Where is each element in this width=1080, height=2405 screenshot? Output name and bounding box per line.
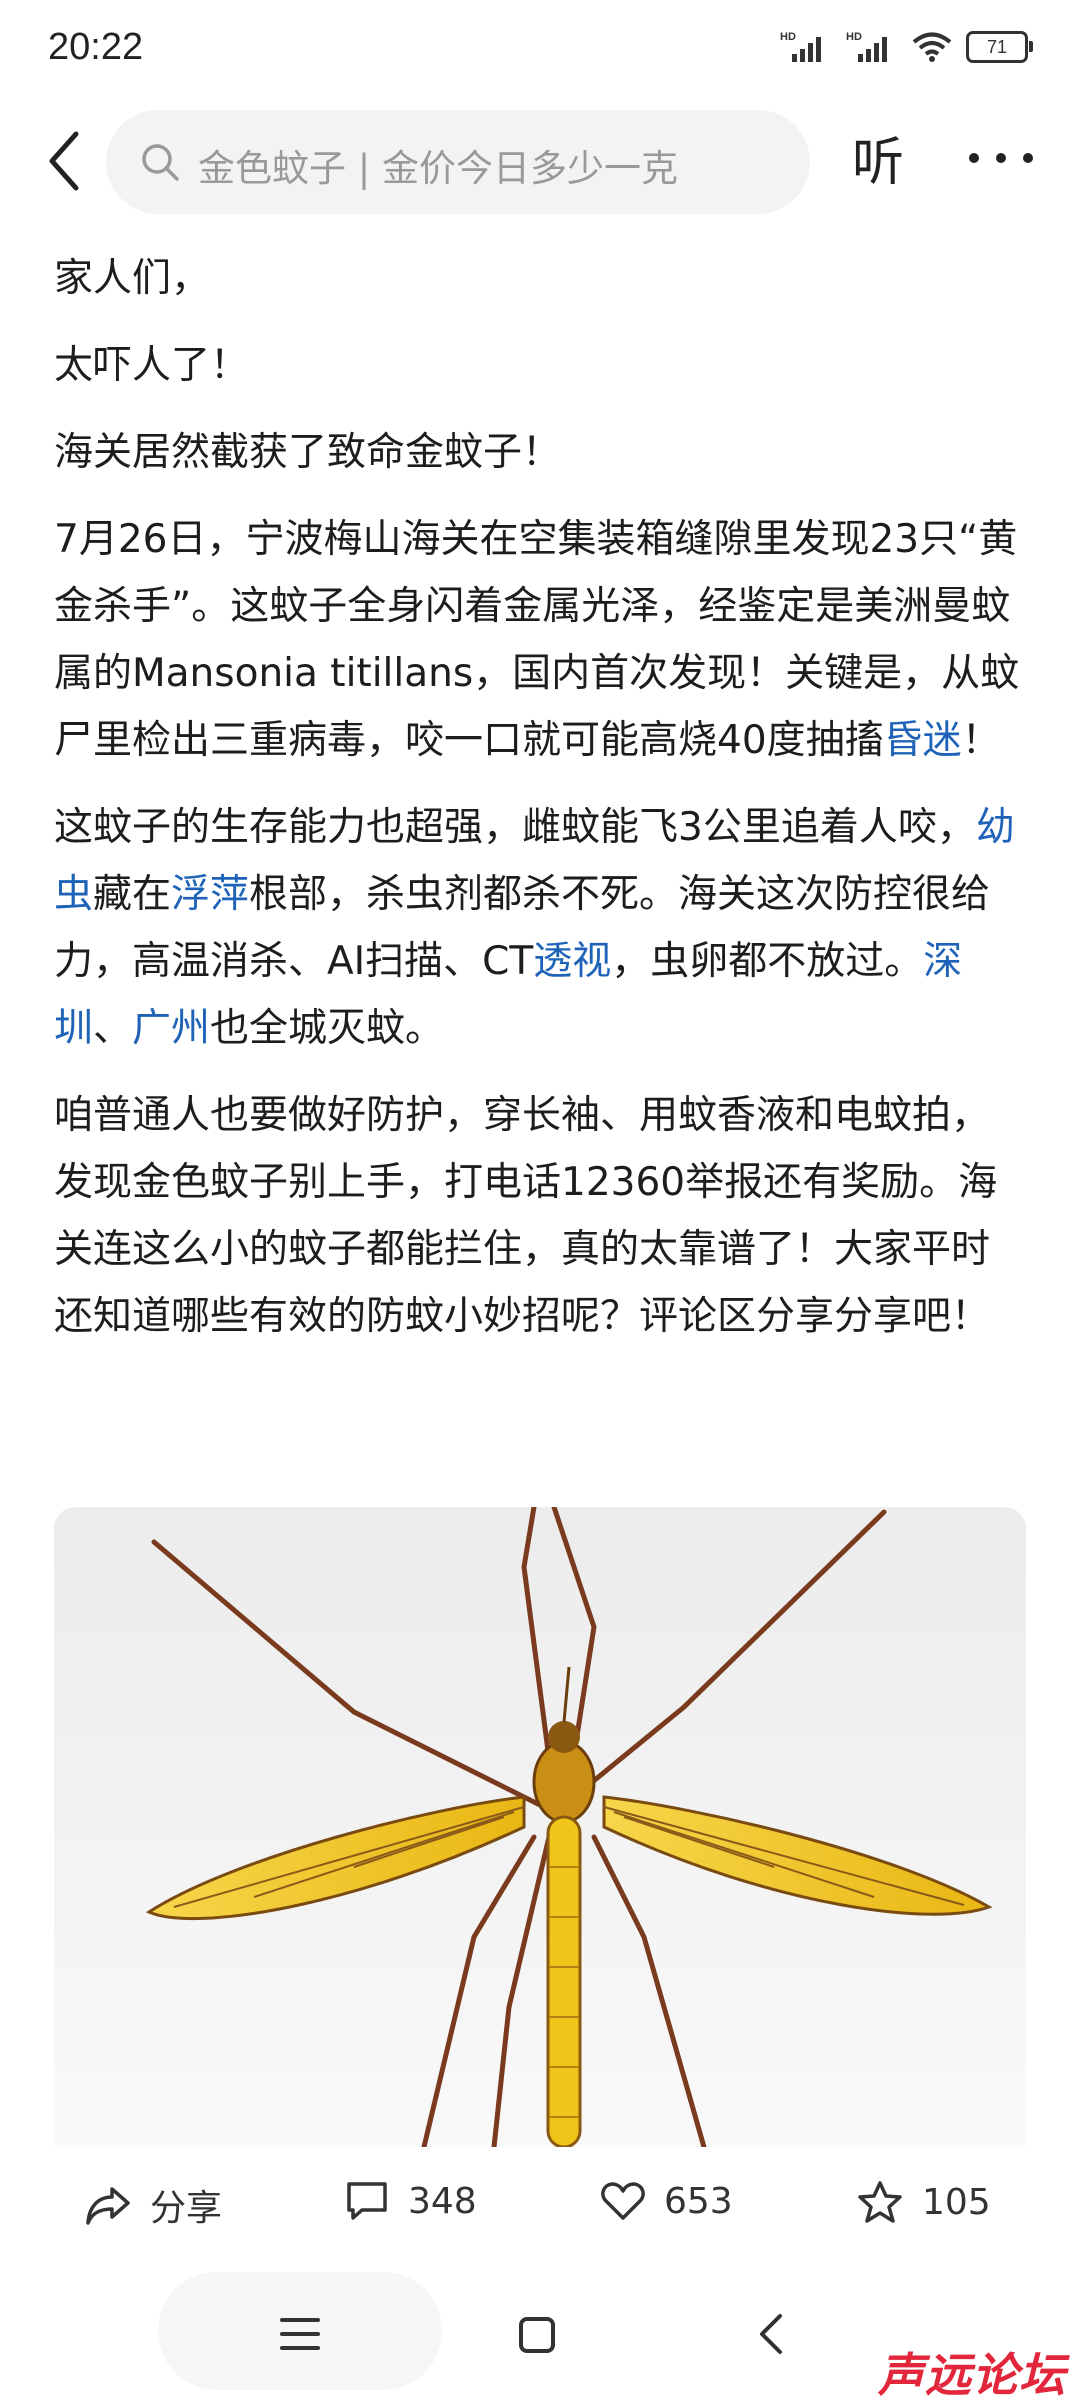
comment-icon xyxy=(347,2182,387,2220)
svg-text:HD: HD xyxy=(846,31,862,43)
action-bar: 分享 348 653 105 xyxy=(0,2155,1080,2255)
menu-icon[interactable] xyxy=(280,2316,320,2352)
search-input[interactable]: 金色蚊子 | 金价今日多少一克 xyxy=(106,110,810,214)
paragraph: 7月26日，宁波梅山海关在空集装箱缝隙里发现23只“黄金杀手”。这蚊子全身闪着金… xyxy=(54,506,1026,774)
share-label: 分享 xyxy=(150,2188,223,2229)
like-count: 653 xyxy=(664,2180,733,2222)
comment-button[interactable]: 348 xyxy=(344,2179,477,2223)
paragraph-text: 7月26日，宁波梅山海关在空集装箱缝隙里发现23只“黄金杀手”。这蚊子全身闪着金… xyxy=(54,517,1020,763)
search-icon xyxy=(142,144,179,181)
link-coma[interactable]: 昏迷 xyxy=(884,718,962,763)
battery-icon: 71 xyxy=(966,31,1033,63)
watermark: 声远论坛 xyxy=(878,2348,1066,2402)
paragraph: 这蚊子的生存能力也超强，雌蚊能飞3公里追着人咬，幼虫藏在浮萍根部，杀虫剂都杀不死… xyxy=(54,794,1026,1062)
share-button[interactable]: 分享 xyxy=(84,2179,222,2231)
comment-count: 348 xyxy=(408,2180,477,2222)
mosquito-image xyxy=(54,1507,1026,2147)
paragraph: 海关居然截获了致命金蚊子！ xyxy=(54,430,562,475)
link-perspective[interactable]: 透视 xyxy=(533,939,611,984)
paragraph: 咱普通人也要做好防护，穿长袖、用蚊香液和电蚊拍，发现金色蚊子别上手，打电话123… xyxy=(54,1093,998,1339)
signal-icon: HD xyxy=(846,31,887,62)
like-button[interactable]: 653 xyxy=(600,2179,733,2223)
article-body: 家人们， 太吓人了！ 海关居然截获了致命金蚊子！ 7月26日，宁波梅山海关在空集… xyxy=(54,245,1026,1370)
system-icons: HD HD 71 xyxy=(780,30,1033,64)
nav-back-icon[interactable] xyxy=(756,2312,786,2356)
link-duckweed[interactable]: 浮萍 xyxy=(171,872,249,917)
paragraph-text: ！ xyxy=(961,718,1001,763)
paragraph: 太吓人了！ xyxy=(54,343,250,388)
signal-icon: HD xyxy=(780,31,821,62)
status-time: 20:22 xyxy=(48,26,144,68)
share-icon xyxy=(86,2187,130,2225)
home-icon[interactable] xyxy=(518,2316,556,2354)
paragraph: 家人们， xyxy=(54,256,211,301)
star-icon xyxy=(858,2181,902,2223)
paragraph-text: 这蚊子的生存能力也超强，雌蚊能飞3公里追着人咬， xyxy=(54,805,976,850)
wifi-icon xyxy=(912,32,952,62)
svg-text:HD: HD xyxy=(780,31,796,43)
status-bar: 20:22 HD HD 71 xyxy=(0,0,1080,100)
paragraph-text: ，虫卵都不放过。 xyxy=(611,939,924,984)
top-bar: 金色蚊子 | 金价今日多少一克 听 xyxy=(0,100,1080,220)
link-guangzhou[interactable]: 广州 xyxy=(132,1006,210,1051)
paragraph-text: 也全城灭蚊。 xyxy=(210,1006,445,1051)
favorite-count: 105 xyxy=(922,2181,991,2223)
article-image[interactable] xyxy=(54,1507,1026,2147)
like-icon xyxy=(601,2182,645,2220)
back-icon[interactable] xyxy=(38,126,98,196)
paragraph-text: 藏在 xyxy=(93,872,172,917)
favorite-button[interactable]: 105 xyxy=(856,2179,991,2225)
paragraph-text: 、 xyxy=(93,1006,133,1051)
more-icon[interactable] xyxy=(966,148,1036,168)
search-placeholder: 金色蚊子 | 金价今日多少一克 xyxy=(198,147,678,190)
listen-button[interactable]: 听 xyxy=(852,120,904,195)
